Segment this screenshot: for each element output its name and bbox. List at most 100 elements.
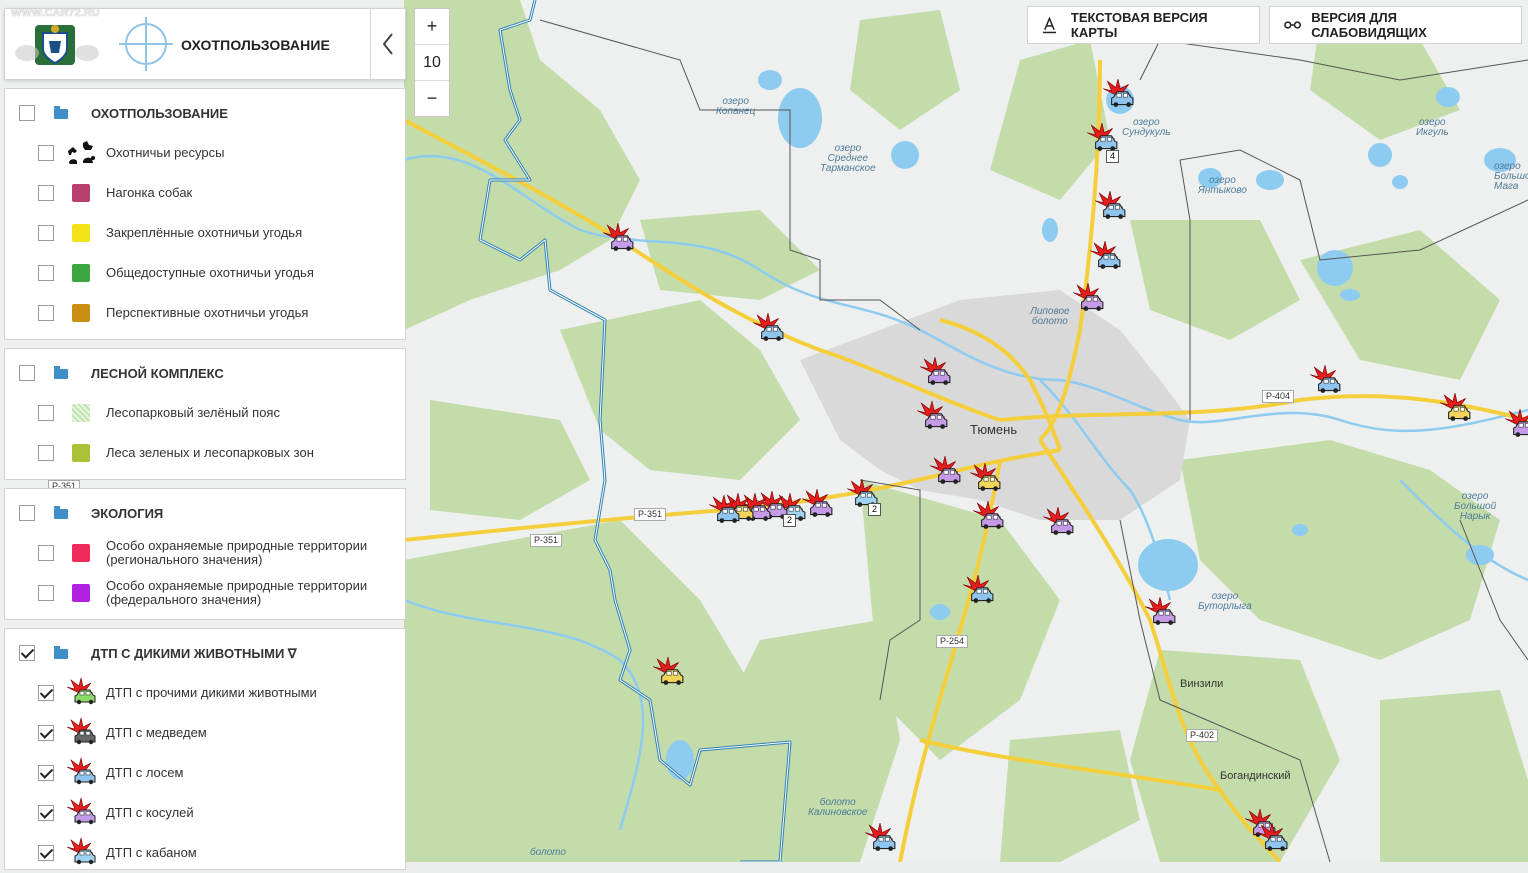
layer-checkbox[interactable]	[38, 765, 54, 781]
group-header-row[interactable]: ЛЕСНОЙ КОМПЛЕКС	[5, 353, 405, 393]
animals-icon	[68, 141, 95, 164]
layer-row[interactable]: ДТП с медведем	[5, 713, 405, 753]
group-header-row[interactable]: ДТП С ДИКИМИ ЖИВОТНЫМИ ∇	[5, 633, 405, 673]
accident-roe-deer-icon	[66, 797, 96, 825]
accident-marker-icon[interactable]	[1068, 282, 1108, 316]
layer-label: Закреплённые охотничьи угодья	[106, 225, 303, 240]
accident-marker-icon[interactable]	[1500, 408, 1528, 442]
accident-marker-icon[interactable]	[925, 455, 965, 489]
low-vision-button[interactable]: ВЕРСИЯ ДЛЯ СЛАБОВИДЯЩИХ	[1269, 6, 1522, 44]
layer-checkbox[interactable]	[38, 225, 54, 241]
accident-marker-icon[interactable]	[1090, 190, 1130, 224]
layer-checkbox[interactable]	[38, 185, 54, 201]
text-a-icon	[1042, 16, 1056, 34]
accident-marker-icon[interactable]	[1085, 240, 1125, 274]
text-version-label: ТЕКСТОВАЯ ВЕРСИЯ КАРТЫ	[1070, 10, 1208, 40]
accident-marker-icon[interactable]	[704, 494, 744, 528]
layer-row[interactable]: Охотничьи ресурсы	[5, 133, 405, 173]
crosshair-icon	[119, 17, 173, 71]
site-watermark: WWW.CAR72.RU	[11, 7, 100, 19]
group-header-row[interactable]: ОХОТПОЛЬЗОВАНИЕ	[5, 93, 405, 133]
cluster-count-badge[interactable]: 2	[783, 514, 797, 527]
legend-swatch	[72, 584, 90, 602]
layer-row[interactable]: Особо охраняемые природные территории (ф…	[5, 573, 405, 613]
group-checkbox[interactable]	[19, 365, 35, 381]
group-checkbox[interactable]	[19, 645, 35, 661]
legend-swatch	[72, 184, 90, 202]
layer-checkbox[interactable]	[38, 145, 54, 161]
accident-marker-icon[interactable]	[1098, 78, 1138, 112]
layer-checkbox[interactable]	[38, 725, 54, 741]
accident-marker-icon[interactable]	[915, 356, 955, 390]
layer-group-forest: ЛЕСНОЙ КОМПЛЕКС Лесопарковый зелёный поя…	[4, 348, 406, 480]
layer-row[interactable]: Леса зеленых и лесопарковых зон	[5, 433, 405, 473]
panel-title: ОХОТПОЛЬЗОВАНИЕ	[181, 37, 330, 53]
cluster-count-badge[interactable]: 4	[1106, 150, 1120, 163]
layer-row[interactable]: Общедоступные охотничьи угодья	[5, 253, 405, 293]
accident-marker-icon[interactable]	[1140, 596, 1180, 630]
road-label: Р-254	[936, 635, 969, 648]
layer-label: Особо охраняемые природные территории (ф…	[106, 579, 367, 607]
place-label: озеро Копанец	[716, 96, 756, 117]
folder-icon	[54, 366, 68, 379]
legend-swatch	[72, 544, 90, 562]
layer-label: ДТП с косулей	[106, 805, 194, 820]
place-label: озеро Большо Мага	[1494, 161, 1528, 192]
layer-checkbox[interactable]	[38, 805, 54, 821]
accident-marker-icon[interactable]	[958, 574, 998, 608]
layer-label: Нагонка собак	[106, 185, 193, 200]
layer-row[interactable]: Закреплённые охотничьи угодья	[5, 213, 405, 253]
layer-label: Лесопарковый зелёный пояс	[106, 405, 280, 420]
layer-checkbox[interactable]	[38, 685, 54, 701]
folder-icon	[54, 506, 68, 519]
layer-checkbox[interactable]	[38, 845, 54, 861]
layer-row[interactable]: ДТП с косулей	[5, 793, 405, 833]
accident-marker-icon[interactable]	[1305, 364, 1345, 398]
zoom-level: 10	[415, 44, 449, 81]
layer-panel-header: WWW.CAR72.RU ОХОТПОЛЬЗОВАНИЕ	[4, 7, 406, 80]
layer-checkbox[interactable]	[38, 305, 54, 321]
layer-label: Особо охраняемые природные территории (р…	[106, 539, 367, 567]
collapse-panel-button[interactable]	[370, 9, 405, 79]
layer-checkbox[interactable]	[38, 585, 54, 601]
group-header-row[interactable]: ЭКОЛОГИЯ	[5, 493, 405, 533]
layer-checkbox[interactable]	[38, 265, 54, 281]
layer-row[interactable]: ДТП с кабаном	[5, 833, 405, 873]
accident-marker-icon[interactable]	[1435, 392, 1475, 426]
zoom-out-button[interactable]: −	[415, 81, 449, 116]
layer-checkbox[interactable]	[38, 445, 54, 461]
accident-marker-icon[interactable]	[968, 500, 1008, 534]
accident-marker-icon[interactable]	[912, 400, 952, 434]
group-title: ОХОТПОЛЬЗОВАНИЕ	[91, 106, 228, 121]
group-title: ЛЕСНОЙ КОМПЛЕКС	[91, 366, 224, 381]
layer-label: ДТП с медведем	[106, 725, 207, 740]
layer-row[interactable]: Особо охраняемые природные территории (р…	[5, 533, 405, 573]
group-checkbox[interactable]	[19, 105, 35, 121]
layer-row[interactable]: Лесопарковый зелёный пояс	[5, 393, 405, 433]
accident-marker-icon[interactable]	[1038, 506, 1078, 540]
legend-swatch	[72, 404, 90, 422]
layer-checkbox[interactable]	[38, 405, 54, 421]
layer-row[interactable]: Нагонка собак	[5, 173, 405, 213]
place-label: озеро Буторлыга	[1198, 591, 1252, 612]
layer-label: ДТП с лосем	[106, 765, 184, 780]
accident-marker-icon[interactable]	[748, 312, 788, 346]
accident-marker-icon[interactable]	[860, 822, 900, 856]
layer-row[interactable]: Перспективные охотничьи угодья	[5, 293, 405, 333]
accident-marker-icon[interactable]	[965, 462, 1005, 496]
text-version-button[interactable]: ТЕКСТОВАЯ ВЕРСИЯ КАРТЫ	[1027, 6, 1260, 44]
cluster-count-badge[interactable]: 2	[868, 503, 882, 516]
layer-label: ДТП с кабаном	[106, 845, 197, 860]
zoom-in-button[interactable]: +	[415, 9, 449, 44]
layer-label-line2: (федерального значения)	[106, 592, 262, 607]
accident-marker-icon[interactable]	[1252, 822, 1292, 856]
accident-marker-icon[interactable]	[598, 222, 638, 256]
village-label: Винзили	[1180, 678, 1224, 690]
layer-row[interactable]: ДТП с прочими дикими животными	[5, 673, 405, 713]
layer-checkbox[interactable]	[38, 545, 54, 561]
place-label: озеро Среднее Тарманское	[820, 143, 876, 174]
accident-marker-icon[interactable]	[648, 656, 688, 690]
village-label: Богандинский	[1220, 770, 1291, 782]
group-checkbox[interactable]	[19, 505, 35, 521]
layer-row[interactable]: ДТП с лосем	[5, 753, 405, 793]
